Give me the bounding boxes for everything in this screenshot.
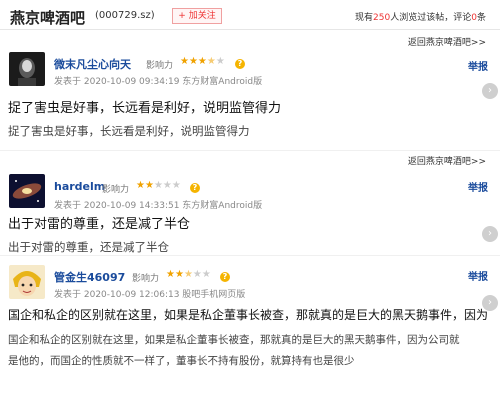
stats-prefix: 现有 <box>355 13 374 23</box>
stock-code: (000729.sz) <box>95 10 155 21</box>
post-username[interactable]: 管金生46097 <box>54 269 125 285</box>
post-item: 返回燕京啤酒吧>> hardelm 影响力 ★★★★★ ? 发表于 2020-1… <box>0 150 500 255</box>
post-body-continued: 是他的，而国企的性质就不一样了，董事长不持有股份，就算持有也是很少 <box>8 355 355 367</box>
post-item: 管金生46097 影响力 ★★★★★ ? 发表于 2020-10-09 12:0… <box>0 255 500 410</box>
view-stats: 现有250人浏览过该帖，评论0条 <box>355 10 486 23</box>
influence-label: 影响力 <box>132 274 160 284</box>
visitor-count: 250 <box>373 13 391 23</box>
chevron-right-icon[interactable]: › <box>482 83 498 99</box>
avatar[interactable] <box>9 174 45 208</box>
post-meta: 发表于 2020-10-09 14:33:51 东方财富Android版 <box>54 201 263 211</box>
post-title: 捉了害虫是好事，长远看是利好，说明监管得力 <box>8 101 282 116</box>
follow-button[interactable]: + 加关注 <box>172 8 222 24</box>
stats-suffix: 条 <box>476 13 486 23</box>
avatar[interactable] <box>9 265 45 299</box>
post-body: 捉了害虫是好事，长远看是利好，说明监管得力 <box>8 124 250 138</box>
post-body: 出于对雷的尊重，还是减了半仓 <box>8 240 169 254</box>
influence-stars: ★★★★★ <box>180 56 225 67</box>
influence-stars: ★★★★★ <box>136 180 181 191</box>
avatar[interactable] <box>9 52 45 86</box>
post-body: 国企和私企的区别就在这里，如果是私企董事长被查，那就真的是巨大的黑天鹅事件，因为… <box>8 334 460 346</box>
post-username[interactable]: 微末凡尘心向天 <box>54 56 131 72</box>
help-icon[interactable]: ? <box>220 272 230 282</box>
help-icon[interactable]: ? <box>190 183 200 193</box>
post-title: 国企和私企的区别就在这里，如果是私企董事长被查，那就真的是巨大的黑天鹅事件，因为 <box>8 308 489 322</box>
post-title: 出于对雷的尊重，还是减了半仓 <box>8 217 191 232</box>
bar-name[interactable]: 燕京啤酒吧 <box>10 7 85 28</box>
influence-label: 影响力 <box>146 61 174 71</box>
report-button[interactable]: 举报 <box>468 268 488 283</box>
help-icon[interactable]: ? <box>235 59 245 69</box>
post-username[interactable]: hardelm <box>54 180 105 193</box>
bar-header: 燕京啤酒吧 (000729.sz) + 加关注 现有250人浏览过该帖，评论0条 <box>0 0 500 30</box>
stats-mid: 人浏览过该帖，评论 <box>390 13 472 23</box>
report-button[interactable]: 举报 <box>468 179 488 194</box>
chevron-right-icon[interactable]: › <box>482 226 498 242</box>
back-to-bar-link[interactable]: 返回燕京啤酒吧>> <box>408 35 486 48</box>
influence-stars: ★★★★★ <box>166 269 211 280</box>
post-item: 返回燕京啤酒吧>> 微末凡尘心向天 影响力 ★★★★★ ? 发表于 2020-1… <box>0 30 500 150</box>
influence-label: 影响力 <box>102 185 130 195</box>
report-button[interactable]: 举报 <box>468 58 488 73</box>
post-meta: 发表于 2020-10-09 09:34:19 东方财富Android版 <box>54 77 263 87</box>
post-meta: 发表于 2020-10-09 12:06:13 股吧手机网页版 <box>54 290 246 300</box>
back-to-bar-link[interactable]: 返回燕京啤酒吧>> <box>408 154 486 167</box>
